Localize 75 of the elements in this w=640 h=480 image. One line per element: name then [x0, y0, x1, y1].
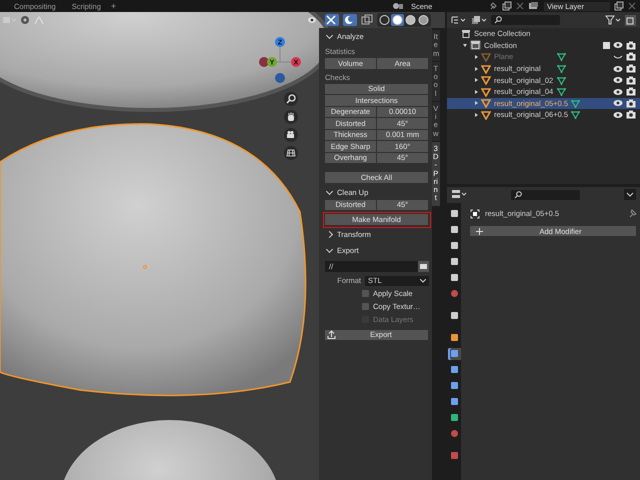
chevron-down-icon	[420, 278, 426, 282]
eye-icon[interactable]	[613, 76, 623, 84]
camera-icon[interactable]	[284, 128, 298, 142]
zoom-icon[interactable]	[284, 92, 298, 106]
closed-eye-icon[interactable]	[613, 52, 623, 61]
copy-icon[interactable]	[614, 1, 624, 11]
mesh-object-icon	[481, 75, 491, 86]
shading-mode-button[interactable]	[404, 14, 417, 26]
gizmo-toggle-icon[interactable]	[325, 14, 339, 26]
camera-icon[interactable]	[626, 52, 636, 62]
shading-mode-button[interactable]	[391, 14, 404, 26]
shading-mode-button[interactable]	[417, 14, 430, 26]
caret-icon[interactable]	[475, 101, 478, 106]
caret-icon[interactable]	[475, 112, 478, 117]
collection-icon	[470, 40, 481, 50]
folder-icon[interactable]	[418, 260, 429, 272]
mesh-data-icon[interactable]	[571, 98, 580, 108]
mesh-object-icon	[481, 98, 491, 108]
mesh-data-icon[interactable]	[557, 64, 566, 74]
new-collection-icon[interactable]	[625, 14, 636, 26]
display-mode-icon[interactable]	[451, 14, 467, 26]
hand-icon[interactable]	[284, 110, 298, 124]
search-field[interactable]	[491, 15, 560, 25]
eye-icon[interactable]	[613, 64, 623, 73]
filter-layers-icon[interactable]	[471, 14, 487, 26]
pin-icon[interactable]	[488, 1, 498, 11]
shading-mode-button[interactable]	[378, 14, 391, 26]
dropdown-icon[interactable]	[624, 189, 636, 200]
search-field[interactable]	[511, 190, 580, 200]
grid-icon[interactable]	[284, 146, 298, 160]
search-icon	[514, 190, 522, 199]
pin-icon[interactable]	[628, 209, 637, 218]
eye-icon[interactable]	[613, 110, 623, 119]
mesh-object-icon	[481, 86, 491, 97]
close-icon[interactable]	[516, 2, 524, 10]
eye-icon[interactable]	[613, 41, 623, 50]
properties-tab[interactable]	[448, 348, 460, 360]
editor-type-icon[interactable]	[451, 189, 467, 200]
checkbox[interactable]	[362, 303, 369, 310]
camera-icon[interactable]	[626, 87, 636, 96]
scene-icon[interactable]	[392, 1, 404, 11]
filter-icon[interactable]	[605, 14, 621, 26]
camera-icon[interactable]	[626, 40, 636, 50]
search-icon	[494, 16, 502, 24]
mesh-data-icon[interactable]	[557, 87, 566, 96]
mesh-object-icon	[481, 52, 491, 62]
checkbox[interactable]	[603, 42, 610, 49]
copy-icon[interactable]	[502, 1, 512, 11]
pivot-icon[interactable]	[20, 15, 30, 25]
caret-icon[interactable]	[475, 66, 478, 71]
collection-icon	[461, 29, 471, 38]
eye-icon[interactable]	[613, 99, 623, 108]
camera-icon[interactable]	[626, 110, 636, 120]
camera-icon[interactable]	[626, 64, 636, 74]
overlay-toggle-icon[interactable]	[343, 14, 357, 26]
caret-icon[interactable]	[475, 90, 478, 94]
mesh-data-icon[interactable]	[557, 76, 566, 85]
close-icon[interactable]	[628, 2, 636, 10]
object-icon	[470, 208, 480, 219]
mesh-object-icon	[481, 64, 491, 74]
camera-icon[interactable]	[626, 76, 636, 85]
camera-icon[interactable]	[626, 98, 636, 108]
add-workspace-button[interactable]: +	[110, 1, 116, 11]
checkbox[interactable]	[362, 290, 369, 297]
xray-icon[interactable]	[361, 14, 373, 26]
mesh-data-icon[interactable]	[571, 110, 580, 120]
mesh-data-icon[interactable]	[557, 52, 566, 62]
layers-icon[interactable]	[528, 1, 540, 11]
plus-icon	[476, 228, 483, 234]
upload-icon	[327, 330, 336, 340]
caret-icon[interactable]	[475, 78, 478, 82]
caret-icon[interactable]	[463, 44, 467, 47]
eye-icon[interactable]	[613, 88, 623, 96]
mesh-object-icon	[481, 110, 491, 120]
caret-icon[interactable]	[475, 54, 478, 59]
